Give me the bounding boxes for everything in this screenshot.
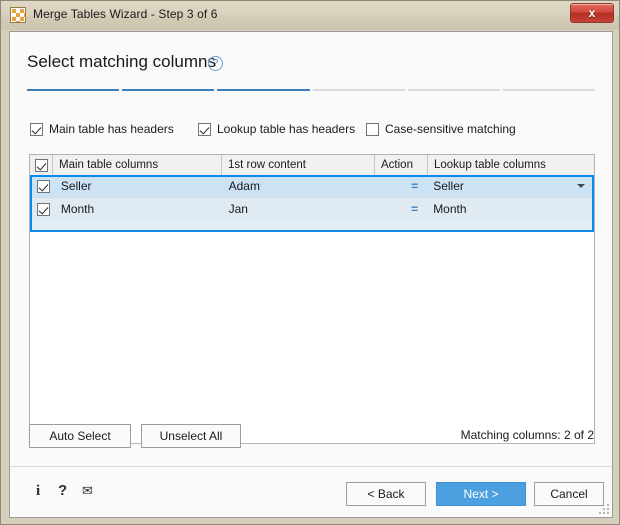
- selected-rows-block: Seller Adam = Seller Month Jan =: [30, 175, 594, 232]
- checkbox-icon[interactable]: [37, 180, 50, 193]
- auto-select-button[interactable]: Auto Select: [29, 424, 131, 448]
- matching-columns-table: Main table columns 1st row content Actio…: [29, 154, 595, 444]
- resize-grip-icon[interactable]: [598, 503, 609, 514]
- info-icon[interactable]: i: [36, 482, 40, 500]
- table-row[interactable]: Month Jan = Month: [32, 198, 592, 221]
- matching-columns-status: Matching columns: 2 of 2: [461, 428, 594, 442]
- checkbox-label: Case-sensitive matching: [385, 122, 516, 136]
- help-circle-icon[interactable]: ?: [208, 56, 223, 71]
- step-segment-2: [122, 89, 214, 91]
- select-all-header-cell[interactable]: [30, 155, 53, 175]
- title-bar: Merge Tables Wizard - Step 3 of 6 x: [1, 1, 620, 30]
- step-segment-3: [217, 89, 309, 91]
- column-header-main-table-columns[interactable]: Main table columns: [53, 155, 222, 175]
- checkbox-main-table-has-headers[interactable]: Main table has headers: [30, 120, 174, 138]
- cell-first-row-content: Jan: [223, 199, 375, 220]
- cell-action[interactable]: =: [375, 199, 428, 220]
- cell-action[interactable]: =: [375, 176, 428, 197]
- cell-lookup-column[interactable]: Month: [427, 199, 592, 220]
- checkbox-lookup-table-has-headers[interactable]: Lookup table has headers: [198, 120, 355, 138]
- checkbox-label: Main table has headers: [49, 122, 174, 136]
- next-button[interactable]: Next >: [436, 482, 526, 506]
- close-icon: x: [571, 6, 613, 20]
- lookup-column-value: Seller: [433, 179, 464, 193]
- help-icon[interactable]: ?: [58, 482, 67, 500]
- checkbox-icon[interactable]: [37, 203, 50, 216]
- step-segment-5: [408, 89, 500, 91]
- page-title: Select matching columns: [27, 52, 216, 72]
- puzzle-grid-icon: [10, 7, 26, 23]
- chevron-down-icon[interactable]: [577, 184, 585, 188]
- mail-icon[interactable]: ✉: [82, 482, 93, 500]
- window-title: Merge Tables Wizard - Step 3 of 6: [33, 7, 218, 21]
- close-button[interactable]: x: [570, 3, 614, 23]
- row-checkbox-cell[interactable]: [32, 180, 55, 193]
- select-all-checkbox-icon[interactable]: [35, 159, 48, 172]
- cell-first-row-content: Adam: [223, 176, 375, 197]
- options-row: Main table has headers Lookup table has …: [30, 120, 590, 138]
- merge-tables-wizard-window: Merge Tables Wizard - Step 3 of 6 x Sele…: [0, 0, 620, 525]
- step-segment-4: [313, 89, 405, 91]
- step-segment-1: [27, 89, 119, 91]
- checkbox-icon[interactable]: [30, 123, 43, 136]
- checkbox-icon[interactable]: [198, 123, 211, 136]
- checkbox-icon[interactable]: [366, 123, 379, 136]
- table-row[interactable]: Seller Adam = Seller: [32, 175, 592, 198]
- table-header-row: Main table columns 1st row content Actio…: [30, 155, 594, 176]
- cell-lookup-column[interactable]: Seller: [427, 176, 592, 197]
- unselect-all-button[interactable]: Unselect All: [141, 424, 241, 448]
- footer-separator: [10, 466, 613, 467]
- step-progress: [27, 89, 595, 92]
- cell-main-column: Seller: [55, 176, 223, 197]
- cancel-button[interactable]: Cancel: [534, 482, 604, 506]
- cell-main-column: Month: [55, 199, 223, 220]
- checkbox-label: Lookup table has headers: [217, 122, 355, 136]
- lookup-column-value: Month: [433, 202, 466, 216]
- column-header-1st-row-content[interactable]: 1st row content: [222, 155, 375, 175]
- dialog-client-area: Select matching columns ? Main table has…: [9, 31, 613, 518]
- step-segment-6: [503, 89, 595, 91]
- checkbox-case-sensitive-matching[interactable]: Case-sensitive matching: [366, 120, 516, 138]
- row-checkbox-cell[interactable]: [32, 203, 55, 216]
- column-header-action[interactable]: Action: [375, 155, 428, 175]
- selection-filler: [32, 221, 592, 230]
- column-header-lookup-table-columns[interactable]: Lookup table columns: [428, 155, 594, 175]
- back-button[interactable]: < Back: [346, 482, 426, 506]
